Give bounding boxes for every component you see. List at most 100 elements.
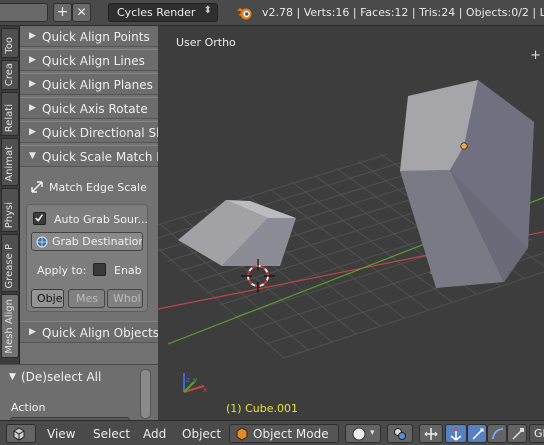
updown-caret-icon: ⬍ <box>203 5 212 16</box>
translate-manipulator-button[interactable] <box>445 424 467 443</box>
pivot-point-select[interactable] <box>387 424 413 443</box>
panel-quick-scale-match-edge[interactable]: ▼ Quick Scale Match E <box>20 145 158 167</box>
panel-title: Quick Align Objects <box>42 326 158 340</box>
svg-text:z: z <box>186 376 190 384</box>
auto-grab-source-checkbox[interactable] <box>33 212 46 225</box>
viewport-scene: z x y <box>158 80 544 394</box>
scale-arrows-icon <box>31 181 43 193</box>
match-edge-scale-button[interactable]: Match Edge Scale <box>49 181 147 194</box>
orientation-value: Gl <box>534 427 544 440</box>
panel-title: Quick Align Planes <box>42 78 153 92</box>
solid-shading-icon <box>352 427 366 441</box>
translate-arrows-icon <box>450 428 462 441</box>
properties-toggle-icon[interactable]: + <box>530 48 541 63</box>
viewport-shading-select[interactable]: ▾ <box>345 424 381 443</box>
last-operator-panel: ▼ (De)select All Action <box>0 364 158 427</box>
tab-relations[interactable]: Relati <box>1 92 19 136</box>
apply-whole-button[interactable]: Whol <box>107 289 143 308</box>
mode-select[interactable]: Object Mode <box>229 424 339 443</box>
tab-label: Animat <box>4 146 15 182</box>
tool-shelf-tabs: Too Crea Relati Animat Physi Grease P Me… <box>0 26 20 420</box>
object-origin-dot <box>460 142 468 150</box>
3d-view-header: View Select Add Object Object Mode ▾ G <box>0 420 544 445</box>
close-icon: ✕ <box>76 5 87 19</box>
scene-statistics: v2.78 | Verts:16 | Faces:12 | Tris:24 | … <box>262 6 544 19</box>
menu-object[interactable]: Object <box>182 427 221 441</box>
active-object-label: (1) Cube.001 <box>226 402 298 415</box>
apply-mesh-button[interactable]: Mes <box>68 289 105 308</box>
collapsed-triangle-icon: ▶ <box>29 31 36 41</box>
tab-label: Too <box>4 37 15 54</box>
tab-label: Grease P <box>4 243 15 289</box>
tab-animation[interactable]: Animat <box>1 138 19 186</box>
panel-scrollbar[interactable] <box>140 369 151 419</box>
dropdown-arrow-icon: ▾ <box>370 428 375 438</box>
render-engine-select[interactable]: Cycles Render ⬍ <box>108 3 218 22</box>
panel-title: Quick Directional Sli <box>42 126 158 140</box>
globe-icon <box>36 236 48 248</box>
operator-title[interactable]: (De)select All <box>21 370 101 384</box>
tab-label: Relati <box>4 103 15 132</box>
action-label: Action <box>11 401 46 414</box>
tab-tools[interactable]: Too <box>1 28 19 58</box>
svg-text:y: y <box>193 376 197 384</box>
auto-grab-source-label: Auto Grab Sour... <box>54 213 148 226</box>
scale-manipulator-button[interactable] <box>487 424 507 443</box>
tab-label: Mesh Align <box>4 299 15 354</box>
panel-quick-align-objects[interactable]: ▶ Quick Align Objects <box>20 321 158 343</box>
collapsed-triangle-icon: ▶ <box>29 55 36 65</box>
cube-editor-icon <box>13 427 25 441</box>
axis-gizmo-icon: z x y <box>183 373 207 394</box>
panel-title: Quick Align Lines <box>42 54 145 68</box>
transform-orientation-select[interactable]: Gl <box>529 424 544 443</box>
apply-object-button[interactable]: Obje <box>31 289 64 308</box>
menu-select[interactable]: Select <box>93 427 130 441</box>
enable-checkbox[interactable] <box>93 263 106 276</box>
tool-shelf: ▶ Quick Align Points ▶ Quick Align Lines ▶… <box>20 26 158 420</box>
tab-create[interactable]: Crea <box>1 60 19 90</box>
blender-logo-icon <box>237 8 252 20</box>
add-screen-button[interactable]: + <box>53 3 72 22</box>
tab-mesh-align[interactable]: Mesh Align <box>1 294 19 358</box>
panel-title: Quick Scale Match E <box>42 150 158 164</box>
collapsed-triangle-icon: ▶ <box>29 327 36 337</box>
apply-mesh-label: Mes <box>76 292 98 305</box>
panel-quick-align-planes[interactable]: ▶ Quick Align Planes <box>20 73 158 95</box>
scale-corner-icon <box>512 428 524 440</box>
3d-viewport[interactable]: z x y User Ortho (1) Cube.001 + <box>158 26 544 420</box>
panel-quick-align-lines[interactable]: ▶ Quick Align Lines <box>20 49 158 71</box>
panel-title: Quick Axis Rotate <box>42 102 148 116</box>
editor-type-button[interactable] <box>6 424 36 443</box>
mode-value: Object Mode <box>253 427 329 441</box>
menu-view[interactable]: View <box>47 427 75 441</box>
expanded-triangle-icon: ▼ <box>9 372 16 382</box>
apply-whole-label: Whol <box>113 292 141 305</box>
rotate-manipulator-button[interactable] <box>467 424 487 443</box>
enable-label: Enab <box>114 264 142 277</box>
manipulator-toggle[interactable] <box>419 424 443 443</box>
panel-quick-align-points[interactable]: ▶ Quick Align Points <box>20 26 158 47</box>
small-cube-object <box>178 200 296 266</box>
checkmark-icon <box>35 214 44 222</box>
plus-icon: + <box>56 4 69 20</box>
collapsed-triangle-icon: ▶ <box>29 103 36 113</box>
grab-destination-button[interactable]: Grab Destination <box>31 232 143 251</box>
tab-grease-pencil[interactable]: Grease P <box>1 234 19 292</box>
delete-screen-button[interactable]: ✕ <box>72 3 91 22</box>
panel-quick-axis-rotate[interactable]: ▶ Quick Axis Rotate <box>20 97 158 119</box>
tab-label: Crea <box>4 62 15 86</box>
manipulator-icon <box>424 428 438 440</box>
panel-title: Quick Align Points <box>42 30 150 44</box>
panel-quick-directional-slide[interactable]: ▶ Quick Directional Sli <box>20 121 158 143</box>
scale-handle-button[interactable] <box>507 424 527 443</box>
apply-to-label: Apply to: <box>37 264 87 277</box>
svg-text:x: x <box>203 386 207 394</box>
expanded-triangle-icon: ▼ <box>29 151 36 161</box>
tab-physics[interactable]: Physi <box>1 188 19 232</box>
menu-add[interactable]: Add <box>143 427 166 441</box>
screen-layout-field[interactable] <box>0 3 48 22</box>
object-mode-icon <box>236 427 248 441</box>
info-header: + ✕ Cycles Render ⬍ v2.78 | Verts:16 | F… <box>0 0 544 26</box>
grab-destination-label: Grab Destination <box>52 235 143 248</box>
view-label: User Ortho <box>176 36 236 49</box>
